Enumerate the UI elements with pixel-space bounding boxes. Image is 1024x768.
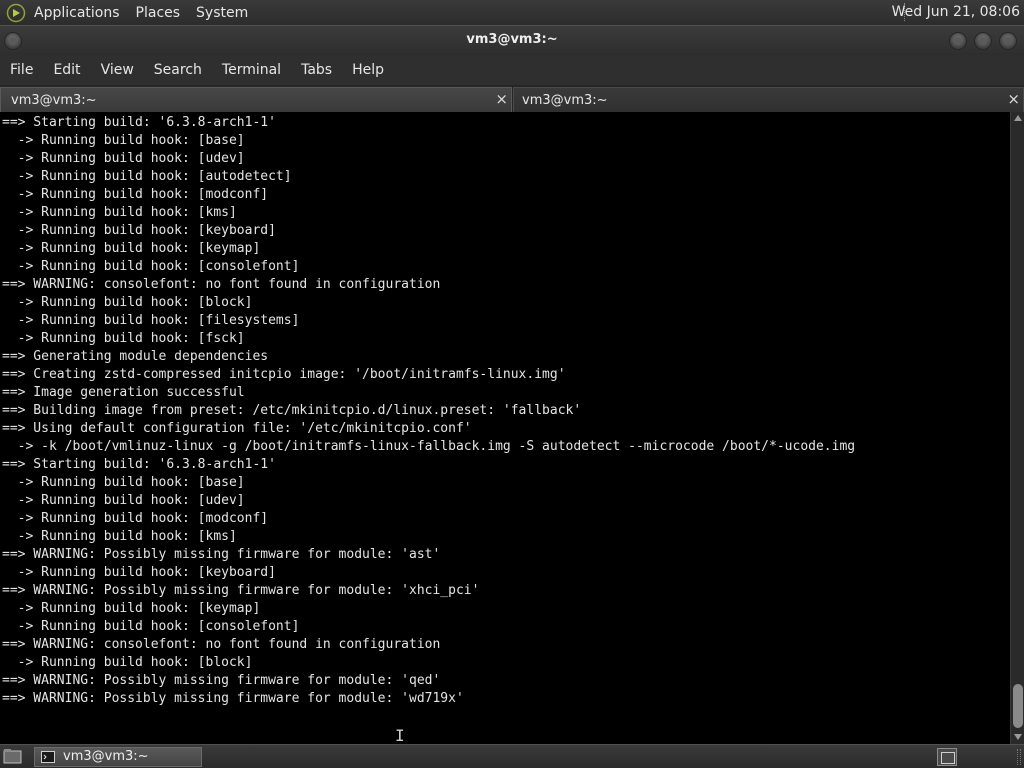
tab-label: vm3@vm3:~	[11, 93, 97, 108]
terminal-line: -> Running build hook: [autodetect]	[2, 169, 292, 184]
terminal-line: -> Running build hook: [base]	[2, 133, 245, 148]
scroll-down-icon[interactable]	[1014, 734, 1022, 740]
terminal-line: -> Running build hook: [keyboard]	[2, 565, 276, 580]
menu-tabs[interactable]: Tabs	[291, 62, 342, 78]
terminal-line: ==> Generating module dependencies	[2, 349, 269, 364]
terminal-line: -> Running build hook: [keymap]	[2, 601, 261, 616]
window-title: vm3@vm3:~	[466, 32, 558, 47]
terminal-line: -> -k /boot/vmlinuz-linux -g /boot/initr…	[2, 439, 856, 454]
tab-label: vm3@vm3:~	[522, 93, 608, 108]
clock[interactable]: Wed Jun 21, 08:06	[892, 4, 1020, 20]
places-menu[interactable]: Places	[136, 5, 181, 21]
scrollbar-thumb[interactable]	[1013, 684, 1023, 728]
terminal-line: -> Running build hook: [base]	[2, 475, 245, 490]
terminal-line: -> Running build hook: [consolefont]	[2, 259, 300, 274]
terminal-line: ==> WARNING: Possibly missing firmware f…	[2, 673, 441, 688]
panel-handle[interactable]	[1017, 749, 1021, 765]
applications-menu[interactable]: Applications	[34, 5, 120, 21]
scroll-up-icon[interactable]	[1014, 115, 1022, 121]
terminal-line: -> Running build hook: [block]	[2, 655, 253, 670]
terminal-output[interactable]: ==> Starting build: '6.3.8-arch1-1' -> R…	[0, 112, 1010, 744]
terminal-line: -> Running build hook: [kms]	[2, 205, 237, 220]
terminal-line: -> Running build hook: [consolefont]	[2, 619, 300, 634]
terminal-line: ==> Starting build: '6.3.8-arch1-1'	[2, 457, 276, 472]
terminal-line: -> Running build hook: [filesystems]	[2, 313, 300, 328]
terminal-line: -> Running build hook: [keymap]	[2, 241, 261, 256]
close-tab-icon[interactable]: ×	[1007, 90, 1020, 108]
terminal-scrollbar[interactable]	[1010, 112, 1024, 744]
minimize-button[interactable]	[949, 32, 967, 50]
menu-view[interactable]: View	[91, 62, 144, 78]
terminal-line: ==> Starting build: '6.3.8-arch1-1'	[2, 115, 276, 130]
workspace-switcher[interactable]	[937, 748, 957, 766]
terminal-line: ==> WARNING: Possibly missing firmware f…	[2, 583, 480, 598]
top-panel: Applications Places System Wed Jun 21, 0…	[0, 0, 1024, 25]
terminal-line: -> Running build hook: [fsck]	[2, 331, 245, 346]
terminal-line: ==> Creating zstd-compressed initcpio im…	[2, 367, 566, 382]
menu-search[interactable]: Search	[144, 62, 212, 78]
terminal-line: ==> WARNING: Possibly missing firmware f…	[2, 547, 441, 562]
task-label: vm3@vm3:~	[63, 749, 149, 764]
terminal-line: ==> Image generation successful	[2, 385, 245, 400]
menu-terminal[interactable]: Terminal	[212, 62, 291, 78]
terminal-line: ==> Using default configuration file: '/…	[2, 421, 472, 436]
terminal-line: ==> WARNING: consolefont: no font found …	[2, 637, 441, 652]
menu-help[interactable]: Help	[342, 62, 394, 78]
terminal-line: -> Running build hook: [modconf]	[2, 187, 269, 202]
terminal-line: ==> Building image from preset: /etc/mki…	[2, 403, 582, 418]
terminal-line: -> Running build hook: [modconf]	[2, 511, 269, 526]
terminal-lines: ==> Starting build: '6.3.8-arch1-1' -> R…	[2, 114, 855, 708]
terminal-line: -> Running build hook: [udev]	[2, 151, 245, 166]
tab-bar: vm3@vm3:~ × vm3@vm3:~ ×	[0, 85, 1024, 112]
close-tab-icon[interactable]: ×	[495, 90, 508, 108]
terminal-line: -> Running build hook: [keyboard]	[2, 223, 276, 238]
terminal-line: ==> WARNING: Possibly missing firmware f…	[2, 691, 464, 706]
taskbar-terminal-button[interactable]: vm3@vm3:~	[34, 747, 202, 767]
maximize-button[interactable]	[974, 32, 992, 50]
gnome-foot-icon[interactable]	[6, 3, 26, 23]
bottom-panel: vm3@vm3:~	[0, 744, 1024, 768]
terminal-line: -> Running build hook: [udev]	[2, 493, 245, 508]
system-menu[interactable]: System	[196, 5, 248, 21]
terminal-line: -> Running build hook: [block]	[2, 295, 253, 310]
terminal-line: -> Running build hook: [kms]	[2, 529, 237, 544]
show-desktop-icon[interactable]	[3, 748, 23, 765]
close-window-button[interactable]	[999, 32, 1017, 50]
text-cursor-icon: I	[395, 726, 405, 745]
window-titlebar[interactable]: vm3@vm3:~	[0, 25, 1024, 55]
menu-edit[interactable]: Edit	[43, 62, 90, 78]
menu-file[interactable]: File	[0, 62, 43, 78]
menubar: File Edit View Search Terminal Tabs Help	[0, 55, 1024, 85]
tab-1[interactable]: vm3@vm3:~ ×	[0, 87, 512, 112]
tab-2[interactable]: vm3@vm3:~ ×	[513, 87, 1024, 112]
terminal-icon	[41, 751, 55, 763]
terminal-line: ==> WARNING: consolefont: no font found …	[2, 277, 441, 292]
